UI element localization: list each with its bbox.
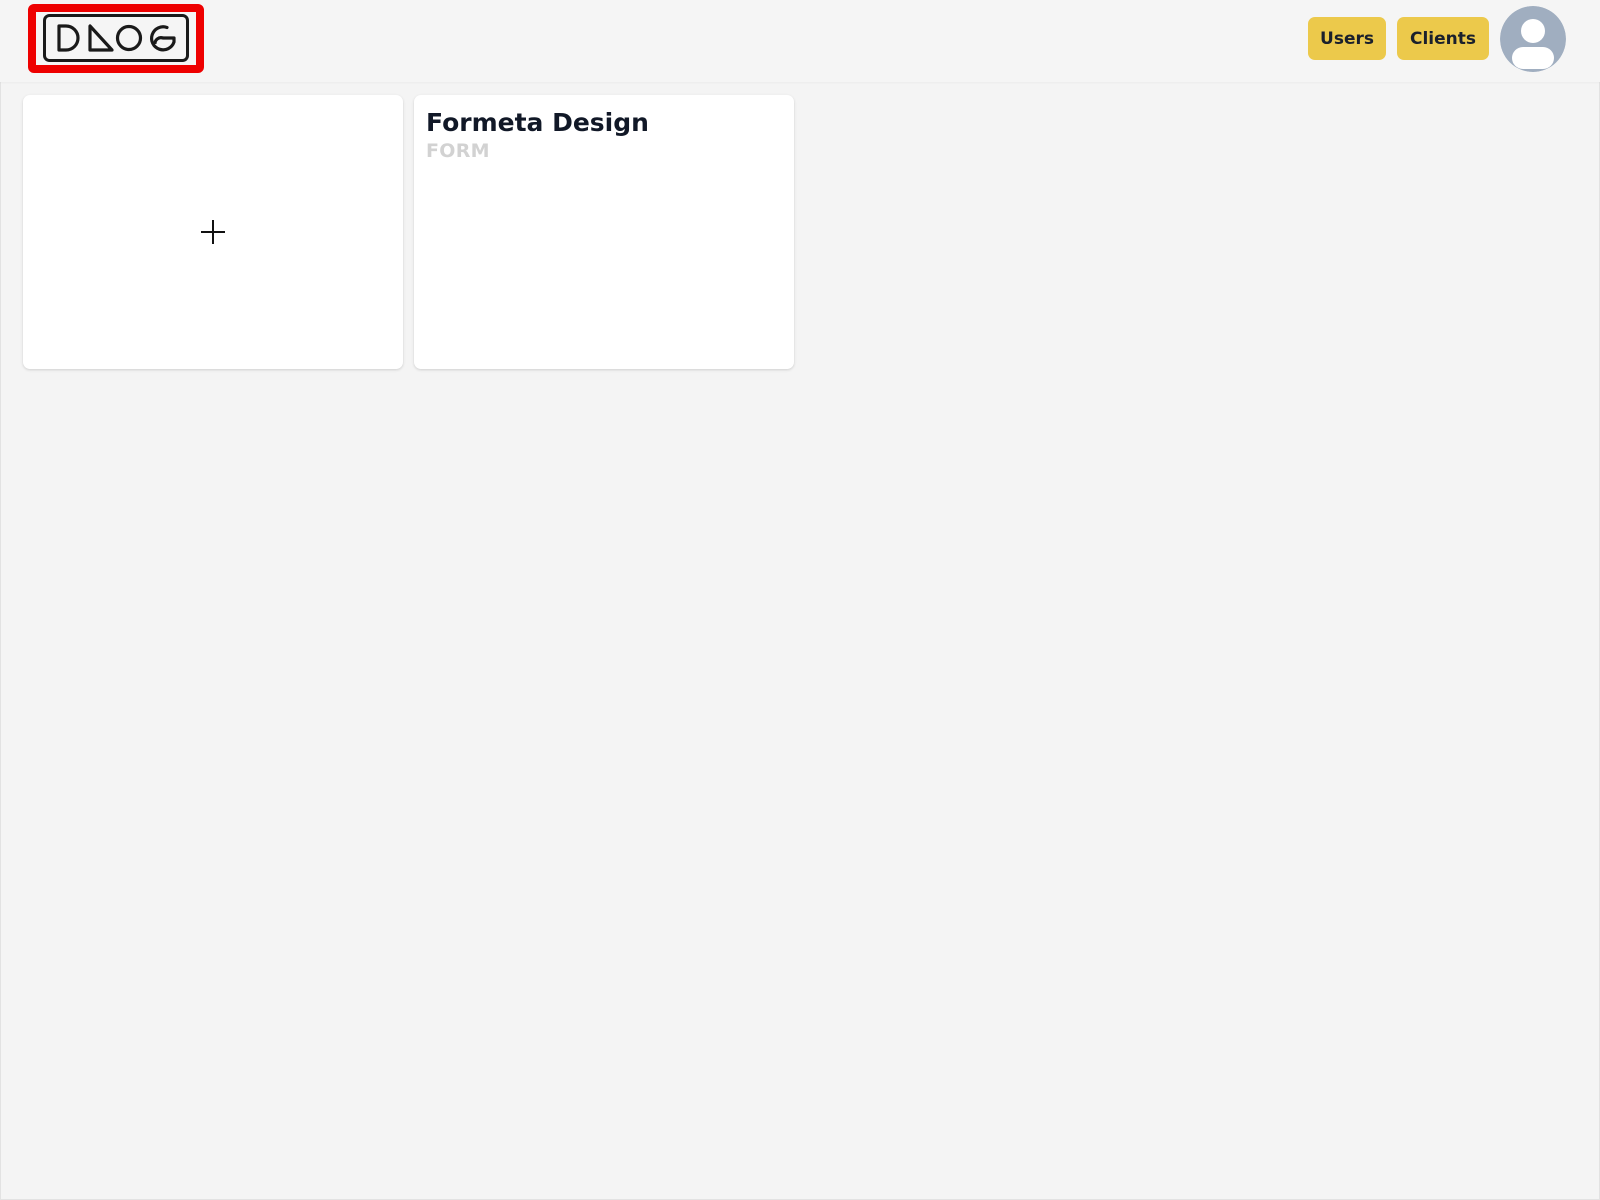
project-type-label: FORM: [426, 140, 490, 162]
logo-link[interactable]: [43, 14, 189, 62]
plus-icon: [201, 220, 225, 244]
top-header: Users Clients: [0, 0, 1600, 82]
users-button[interactable]: Users: [1308, 17, 1386, 60]
daog-logo-icon: [43, 14, 189, 62]
project-card[interactable]: Formeta Design FORM: [414, 95, 794, 369]
user-avatar-button[interactable]: [1500, 6, 1566, 72]
user-avatar-icon: [1500, 6, 1566, 72]
clients-button[interactable]: Clients: [1397, 17, 1489, 60]
add-project-card[interactable]: [23, 95, 403, 369]
project-title: Formeta Design: [426, 108, 649, 137]
